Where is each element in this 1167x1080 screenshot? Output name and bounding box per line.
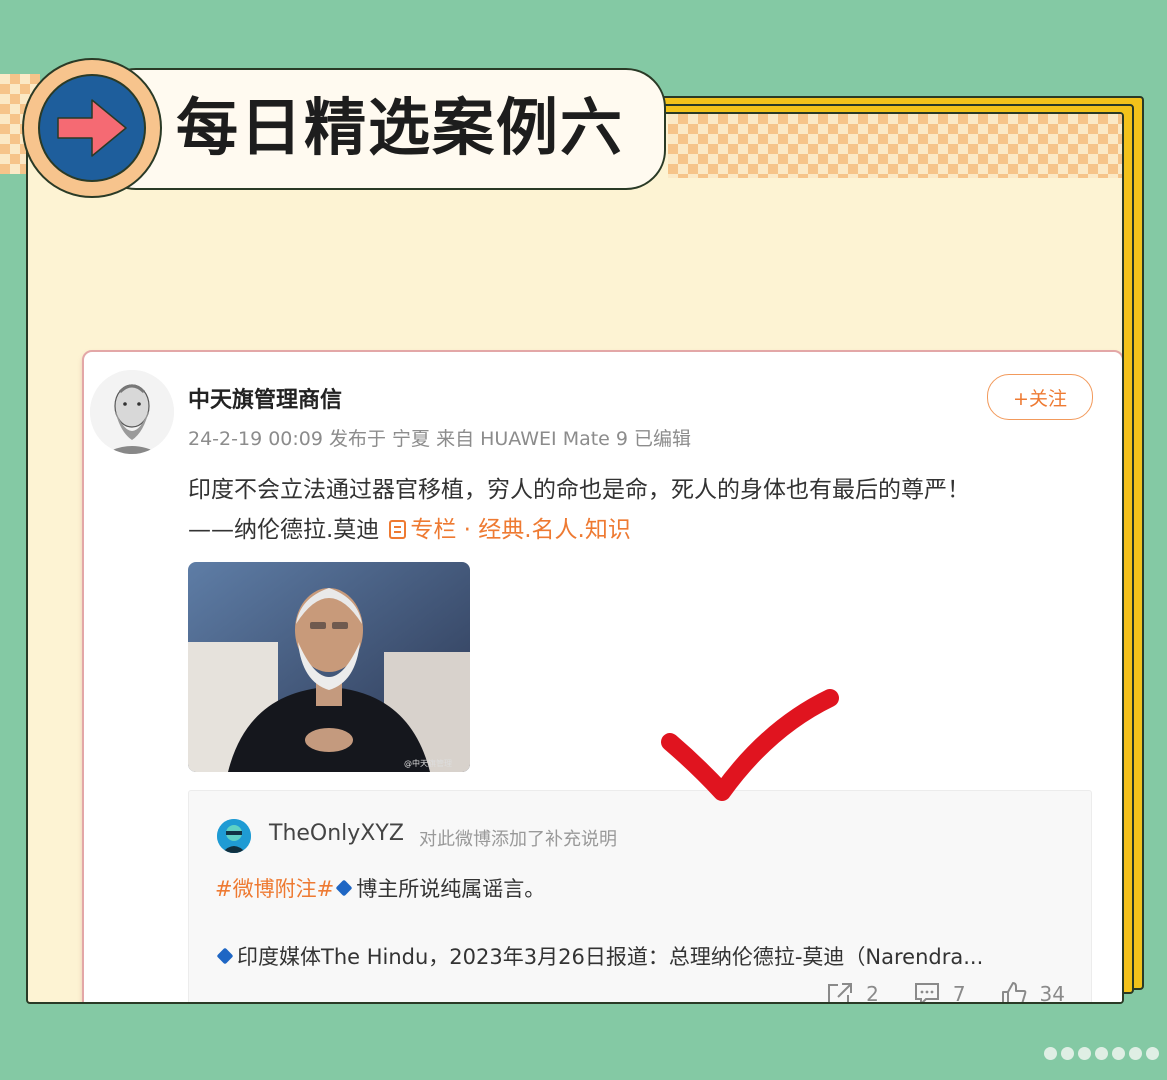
dot [1078,1047,1091,1060]
follow-button[interactable]: +关注 [987,374,1093,420]
author-avatar[interactable] [90,370,174,454]
red-checkmark-icon [661,689,839,801]
share-button[interactable]: 2 [826,981,879,1004]
note-username[interactable]: TheOnlyXYZ [269,821,404,846]
badge-circle [38,74,146,182]
main-panel: 中天旗管理商信 24-2-19 00:09 发布于 宁夏 来自 HUAWEI M… [26,112,1124,1004]
watermark-dots [1044,1047,1159,1060]
note-hashtag[interactable]: #微博附注# [215,877,334,901]
thumbs-up-icon [1001,982,1026,1002]
blue-diamond-icon [216,947,234,965]
like-button[interactable]: 34 [1000,981,1065,1004]
post-text-line1: 印度不会立法通过器官移植，穷人的命也是命，死人的身体也有最后的尊严！ [188,477,970,503]
note-line1: #微博附注# 博主所说纯属谣言。 [215,873,545,903]
image-watermark: @中天旗管理 [404,758,452,768]
comment-icon [914,983,939,1002]
dot [1095,1047,1108,1060]
post-meta: 24-2-19 00:09 发布于 宁夏 来自 HUAWEI Mate 9 已编… [188,428,692,450]
note-line2-text: 印度媒体The Hindu，2023年3月26日报道：总理纳伦德拉-莫迪（Nar… [237,945,984,969]
column-icon [389,520,407,539]
dot [1146,1047,1159,1060]
post-text-line2: ——纳伦德拉.莫迪 专栏 · 经典.名人.知识 [188,510,631,544]
checker-pattern [668,114,1122,178]
note-user-avatar[interactable] [217,819,251,853]
post-actions: 2 7 34 [826,981,1065,1004]
like-count: 34 [1039,982,1065,1004]
weibo-post-card: 中天旗管理商信 24-2-19 00:09 发布于 宁夏 来自 HUAWEI M… [82,350,1122,1004]
dot [1129,1047,1142,1060]
comment-count: 7 [952,982,966,1004]
dot [1112,1047,1125,1060]
comment-button[interactable]: 7 [913,981,966,1004]
column-link[interactable]: 专栏 · 经典.名人.知识 [389,517,631,543]
dot [1061,1047,1074,1060]
dot [1044,1047,1057,1060]
column-link-text: 专栏 · 经典.名人.知识 [410,517,631,543]
post-quote-author: ——纳伦德拉.莫迪 [188,517,380,543]
post-image[interactable]: @中天旗管理 [188,562,470,772]
arrow-right-icon [57,99,127,157]
share-icon [828,983,853,1002]
note-line1-text: 博主所说纯属谣言。 [356,877,546,901]
note-line2[interactable]: 印度媒体The Hindu，2023年3月26日报道：总理纳伦德拉-莫迪（Nar… [215,941,983,971]
title-badge [22,58,162,198]
share-count: 2 [866,982,879,1004]
author-name[interactable]: 中天旗管理商信 [188,382,342,414]
page-title: 每日精选案例六 [176,91,625,164]
supplementary-note: TheOnlyXYZ 对此微博添加了补充说明 #微博附注# 博主所说纯属谣言。 印… [188,790,1092,1004]
note-description: 对此微博添加了补充说明 [419,829,617,850]
blue-diamond-icon [335,879,353,897]
